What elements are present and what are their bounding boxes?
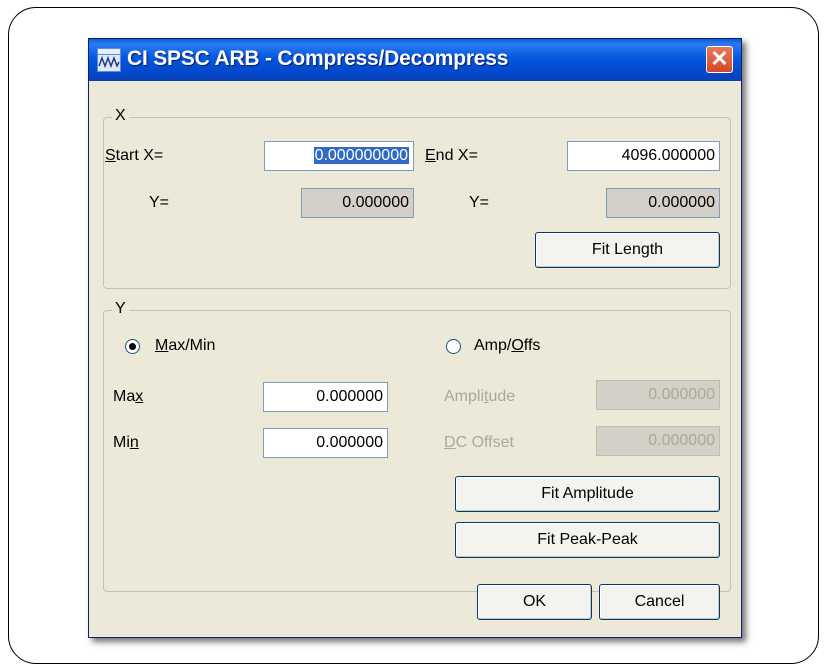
min-field[interactable]: 0.000000 [263, 428, 388, 458]
start-x-field[interactable]: 0.000000000 [264, 141, 414, 171]
end-x-label: End X= [425, 147, 478, 164]
ampoffs-radio[interactable] [446, 339, 461, 354]
fit-length-button[interactable]: Fit Length [535, 232, 720, 268]
max-label: Max [113, 388, 144, 405]
min-label: Min [113, 434, 139, 451]
maxmin-radio-label[interactable]: Max/Min [155, 337, 215, 355]
ampoffs-radio-label[interactable]: Amp/Offs [474, 337, 540, 355]
close-icon: ✕ [710, 46, 729, 71]
amplitude-field: 0.000000 [596, 380, 720, 410]
window-title: CI SPSC ARB - Compress/Decompress [127, 47, 509, 70]
end-y-field: 0.000000 [606, 188, 720, 218]
dc-offset-field: 0.000000 [596, 426, 720, 456]
title-bar[interactable]: CI SPSC ARB - Compress/Decompress ✕ [89, 39, 741, 81]
amplitude-label: Amplitude [444, 388, 516, 405]
waveform-app-icon [97, 48, 121, 72]
fit-amplitude-button[interactable]: Fit Amplitude [455, 476, 720, 512]
close-button[interactable]: ✕ [706, 46, 733, 73]
start-y-label: Y= [149, 194, 170, 211]
dc-offset-label: DC Offset [444, 434, 514, 451]
y-group-label: Y [112, 300, 129, 318]
start-x-label: Start X= [105, 147, 164, 164]
max-field[interactable]: 0.000000 [263, 382, 388, 412]
maxmin-radio[interactable] [125, 339, 140, 354]
end-x-field[interactable]: 4096.000000 [567, 141, 720, 171]
start-y-field: 0.000000 [301, 188, 414, 218]
compress-decompress-dialog: CI SPSC ARB - Compress/Decompress ✕ X St… [88, 38, 742, 638]
x-group-label: X [112, 107, 129, 125]
fit-peak-peak-button[interactable]: Fit Peak-Peak [455, 522, 720, 558]
end-y-label: Y= [469, 194, 490, 211]
cancel-button[interactable]: Cancel [599, 584, 720, 620]
ok-button[interactable]: OK [477, 584, 592, 620]
